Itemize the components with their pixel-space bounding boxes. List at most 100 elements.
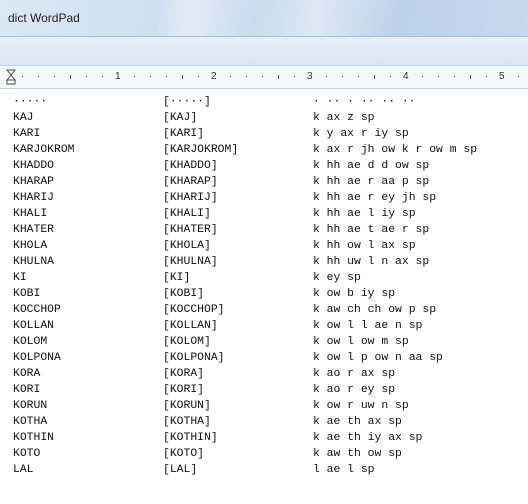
pronunciation: k hh ow l ax sp — [313, 240, 416, 252]
text-line: KHALI [KHALI] k hh ae l iy sp — [0, 206, 528, 222]
ruler-number: 4 — [403, 71, 409, 82]
word: LAL — [13, 464, 34, 476]
word-bracketed: [KARI] — [163, 128, 205, 140]
text-line: KHATER [KHATER] k hh ae t ae r sp — [0, 222, 528, 238]
pronunciation: k ow l p ow n aa sp — [313, 352, 443, 364]
word: KARI — [13, 128, 41, 140]
pronunciation: k hh ae d d ow sp — [313, 160, 430, 172]
text-line: KHADDO [KHADDO] k hh ae d d ow sp — [0, 158, 528, 174]
text-line: KOTHIN [KOTHIN] k ae th iy ax sp — [0, 430, 528, 446]
text-line: KARJOKROM [KARJOKROM] k ax r jh ow k r ow … — [0, 142, 528, 158]
word: KHULNA — [13, 256, 55, 268]
word-bracketed: [KOCCHOP] — [163, 304, 225, 316]
word: KHARIJ — [13, 192, 55, 204]
ruler[interactable]: 1 2 3 4 5 — [0, 65, 528, 89]
indent-marker-icon[interactable] — [6, 69, 16, 85]
ruler-ticks — [22, 75, 519, 79]
text-line: ····· [·····] · ·· · ·· ·· ·· — [0, 94, 528, 110]
word-bracketed: [KOLPONA] — [163, 352, 225, 364]
pronunciation: k ow l ow m sp — [313, 336, 409, 348]
text-line: KOLLAN [KOLLAN] k ow l l ae n sp — [0, 318, 528, 334]
word-bracketed: [KOTO] — [163, 448, 205, 460]
pronunciation: k aw ch ch ow p sp — [313, 304, 437, 316]
word-bracketed: [KOTHA] — [163, 416, 211, 428]
word-bracketed: [KHARAP] — [163, 176, 218, 188]
pronunciation: k ax r jh ow k r ow m sp — [313, 144, 478, 156]
text-line: KORA [KORA] k ao r ax sp — [0, 366, 528, 382]
document-area[interactable]: ····· [·····] · ·· · ·· ·· ·· KAJ [KAJ] k ax… — [0, 89, 528, 504]
word: KORUN — [13, 400, 48, 412]
word: KHATER — [13, 224, 55, 236]
text-line: KOTO [KOTO] k aw th ow sp — [0, 446, 528, 462]
word: KOBI — [13, 288, 41, 300]
word-bracketed: [KORUN] — [163, 400, 211, 412]
word-bracketed: [KOBI] — [163, 288, 205, 300]
word: KOTHA — [13, 416, 48, 428]
ruler-number: 3 — [307, 71, 313, 82]
title-bar[interactable]: dict WordPad — [0, 0, 528, 36]
pronunciation: k ow r uw n sp — [313, 400, 409, 412]
text-line: KOTHA [KOTHA] k ae th ax sp — [0, 414, 528, 430]
text-line: KORUN [KORUN] k ow r uw n sp — [0, 398, 528, 414]
text-line: KHARAP [KHARAP] k hh ae r aa p sp — [0, 174, 528, 190]
word: KHARAP — [13, 176, 55, 188]
pronunciation: l ae l sp — [313, 464, 375, 476]
text-line: KHULNA [KHULNA] k hh uw l n ax sp — [0, 254, 528, 270]
pronunciation: k hh ae r ey jh sp — [313, 192, 437, 204]
word-bracketed: [KHALI] — [163, 208, 211, 220]
word-bracketed: [KORA] — [163, 368, 205, 380]
pronunciation: k ow l l ae n sp — [313, 320, 423, 332]
word-bracketed: [KAJ] — [163, 112, 198, 124]
pronunciation: k ae th iy ax sp — [313, 432, 423, 444]
word: KI — [13, 272, 27, 284]
document-text: ····· [·····] · ·· · ·· ·· ·· KAJ [KAJ] k ax… — [0, 94, 528, 478]
ruler-number: 5 — [499, 71, 505, 82]
ruler-number: 2 — [211, 71, 217, 82]
text-line: KOLPONA [KOLPONA] k ow l p ow n aa sp — [0, 350, 528, 366]
word: KAJ — [13, 112, 34, 124]
pronunciation: k hh ae r aa p sp — [313, 176, 430, 188]
word-bracketed: [KORI] — [163, 384, 205, 396]
word-bracketed: [KOLLAN] — [163, 320, 218, 332]
word: KOCCHOP — [13, 304, 61, 316]
word-bracketed: [KARJOKROM] — [163, 144, 239, 156]
word-bracketed: [KHOLA] — [163, 240, 211, 252]
pronunciation: k ow b iy sp — [313, 288, 396, 300]
pronunciation: k ao r ey sp — [313, 384, 396, 396]
ruler-number: 1 — [115, 71, 121, 82]
text-line: KOCCHOP [KOCCHOP] k aw ch ch ow p sp — [0, 302, 528, 318]
pronunciation: k ao r ax sp — [313, 368, 396, 380]
word-bracketed: [KI] — [163, 272, 191, 284]
word-bracketed: [KHATER] — [163, 224, 218, 236]
word-bracketed: [KOLOM] — [163, 336, 211, 348]
pronunciation: k hh ae t ae r sp — [313, 224, 430, 236]
pronunciation: k y ax r iy sp — [313, 128, 409, 140]
word-bracketed: [KHULNA] — [163, 256, 218, 268]
word-bracketed: [·····] — [163, 96, 211, 108]
text-line: KOBI [KOBI] k ow b iy sp — [0, 286, 528, 302]
text-line: KHOLA [KHOLA] k hh ow l ax sp — [0, 238, 528, 254]
word: KHADDO — [13, 160, 55, 172]
pronunciation: k ey sp — [313, 272, 361, 284]
word: KOTO — [13, 448, 41, 460]
word: KOLLAN — [13, 320, 55, 332]
ribbon-strip — [0, 37, 528, 65]
word: KOTHIN — [13, 432, 55, 444]
word-bracketed: [KHARIJ] — [163, 192, 218, 204]
text-line: KHARIJ [KHARIJ] k hh ae r ey jh sp — [0, 190, 528, 206]
word: KHALI — [13, 208, 48, 220]
word: ····· — [13, 96, 48, 108]
text-line: KOLOM [KOLOM] k ow l ow m sp — [0, 334, 528, 350]
word-bracketed: [KOTHIN] — [163, 432, 218, 444]
text-line: LAL [LAL] l ae l sp — [0, 462, 528, 478]
word: KORA — [13, 368, 41, 380]
pronunciation: k hh uw l n ax sp — [313, 256, 430, 268]
pronunciation: · ·· · ·· ·· ·· — [313, 96, 416, 108]
pronunciation: k hh ae l iy sp — [313, 208, 416, 220]
text-line: KAJ [KAJ] k ax z sp — [0, 110, 528, 126]
text-line: KI [KI] k ey sp — [0, 270, 528, 286]
pronunciation: k aw th ow sp — [313, 448, 402, 460]
word: KOLOM — [13, 336, 48, 348]
word-bracketed: [LAL] — [163, 464, 198, 476]
word-bracketed: [KHADDO] — [163, 160, 218, 172]
